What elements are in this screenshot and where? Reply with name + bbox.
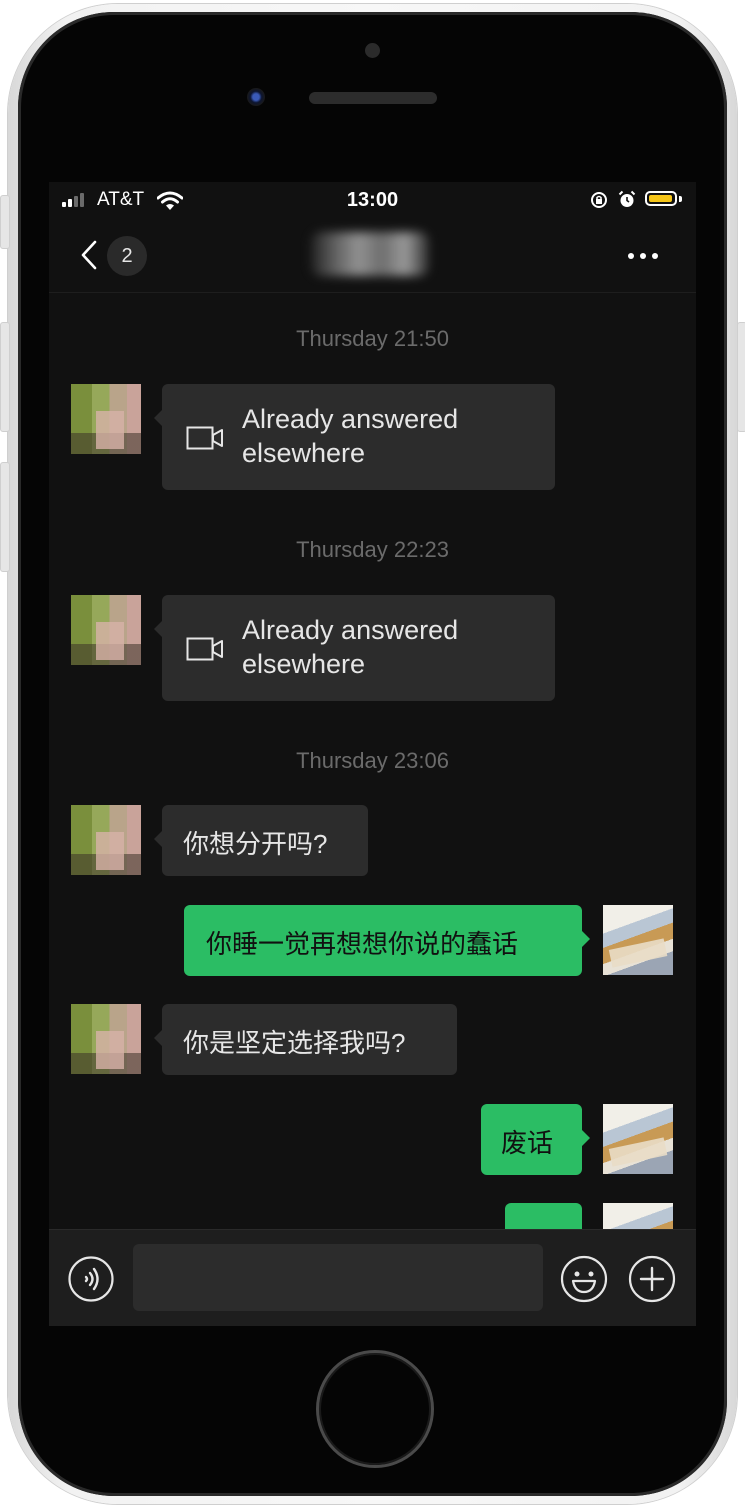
status-bar: AT&T 13:00 — [49, 182, 696, 220]
more-dots-icon — [628, 253, 634, 259]
plus-circle-icon[interactable] — [628, 1255, 676, 1303]
more-dot — [652, 253, 658, 259]
power-button — [737, 322, 745, 432]
more-options-button[interactable] — [623, 248, 663, 264]
message-text: 你想分开吗? — [183, 829, 328, 859]
contact-avatar[interactable] — [71, 805, 141, 875]
chevron-left-icon[interactable] — [79, 240, 99, 270]
battery-icon — [645, 191, 677, 206]
mute-switch — [0, 195, 10, 249]
incoming-message-bubble[interactable]: 你是坚定选择我吗? — [154, 1004, 457, 1075]
chat-header: 2 — [49, 220, 696, 293]
contact-avatar[interactable] — [71, 1004, 141, 1074]
proximity-sensor — [365, 43, 380, 58]
message-timestamp: Thursday 23:06 — [296, 748, 449, 773]
my-avatar[interactable] — [603, 1203, 673, 1229]
emoji-icon[interactable] — [560, 1255, 608, 1303]
voice-icon[interactable] — [68, 1256, 114, 1302]
call-status-line2: elsewhere — [242, 438, 366, 468]
my-avatar[interactable] — [603, 905, 673, 975]
video-call-bubble[interactable]: Already answered elsewhere — [154, 595, 555, 701]
contact-avatar[interactable] — [71, 384, 141, 454]
battery-level — [649, 195, 672, 202]
contact-name-blurred — [311, 232, 429, 276]
outgoing-message-bubble[interactable]: 是 — [505, 1203, 582, 1229]
contact-avatar[interactable] — [71, 595, 141, 665]
message-timestamp: Thursday 21:50 — [296, 326, 449, 351]
rotation-lock-icon — [591, 192, 607, 208]
video-call-icon — [186, 426, 223, 450]
alarm-icon — [618, 190, 636, 207]
message-timestamp: Thursday 22:23 — [296, 537, 449, 562]
outgoing-message-bubble[interactable]: 你睡一觉再想想你说的蠢话 — [184, 905, 590, 976]
chat-screen: AT&T 13:00 2 Thursday 21:50 Already answ… — [49, 182, 696, 1326]
message-text: 是 — [529, 1222, 555, 1229]
video-call-icon — [186, 637, 223, 661]
earpiece-speaker — [309, 92, 437, 104]
call-status-line1: Already answered — [242, 615, 459, 645]
call-status-line2: elsewhere — [242, 649, 366, 679]
volume-down-button — [0, 462, 10, 572]
more-dot — [640, 253, 646, 259]
front-camera — [247, 88, 265, 106]
message-text: 你是坚定选择我吗? — [183, 1028, 406, 1058]
my-avatar[interactable] — [603, 1104, 673, 1174]
volume-up-button — [0, 322, 10, 432]
outgoing-message-bubble[interactable]: 废话 — [481, 1104, 590, 1175]
home-button[interactable] — [316, 1350, 434, 1468]
incoming-message-bubble[interactable]: 你想分开吗? — [154, 805, 368, 876]
call-status-text: Already answered elsewhere — [242, 613, 458, 681]
battery-tip — [679, 196, 682, 202]
call-status-text: Already answered elsewhere — [242, 402, 458, 470]
message-text: 你睡一觉再想想你说的蠢话 — [206, 929, 519, 959]
input-toolbar — [49, 1229, 696, 1326]
message-text: 废话 — [501, 1128, 554, 1158]
video-call-bubble[interactable]: Already answered elsewhere — [154, 384, 555, 490]
call-status-line1: Already answered — [242, 404, 459, 434]
unread-count-badge[interactable]: 2 — [107, 236, 147, 276]
message-input[interactable] — [133, 1244, 543, 1311]
message-list[interactable]: Thursday 21:50 Already answered elsewher… — [49, 293, 696, 1229]
